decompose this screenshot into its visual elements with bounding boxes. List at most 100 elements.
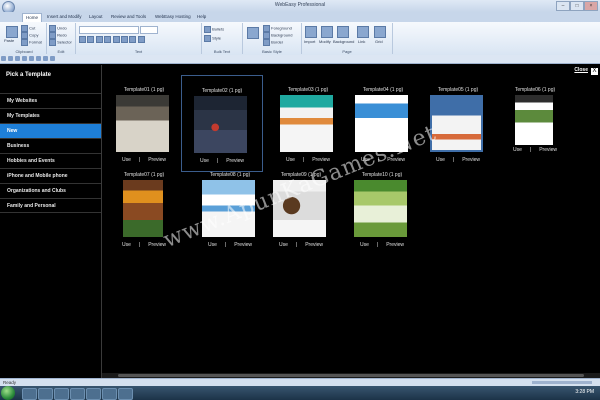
tab-insert-modify[interactable]: Insert and Modify [44,13,85,21]
save-icon[interactable] [15,56,20,61]
template-thumbnail[interactable] [354,180,407,237]
sidebar-item-family[interactable]: Family and Personal [0,198,101,213]
selector-button[interactable]: Selector [49,39,72,46]
grid-button[interactable]: Grid [375,39,383,44]
link-icon[interactable] [357,26,369,38]
modify-icon[interactable] [321,26,333,38]
template-category-sidebar: Pick a Template My Websites My Templates… [0,65,102,378]
back-icon[interactable] [1,56,6,61]
template-thumbnail[interactable] [123,180,163,237]
italic-icon[interactable] [87,36,95,43]
taskbar-ie-icon[interactable] [22,388,37,400]
preview-icon[interactable] [43,56,48,61]
align-center-icon[interactable] [112,36,120,43]
font-color-icon[interactable] [129,36,137,43]
sidebar-item-iphone-mobile[interactable]: iPhone and Mobile phone [0,168,101,183]
zoom-icon[interactable] [50,56,55,61]
group-basic-style: Foreground Background Border Basic Style [243,23,302,54]
action-separator: | [224,242,227,248]
preview-button[interactable]: Preview [462,157,480,163]
bold-icon[interactable] [79,36,86,43]
page-background-button[interactable]: Background [333,39,354,44]
use-button[interactable]: Use [436,157,445,163]
taskbar-app-icon[interactable] [86,388,101,400]
preview-button[interactable]: Preview [226,158,244,164]
sidebar-item-business[interactable]: Business [0,138,101,153]
highlight-icon[interactable] [137,36,145,43]
background-style-button[interactable]: Background [263,32,292,39]
template-thumbnail[interactable] [280,95,333,152]
use-button[interactable]: Use [122,157,131,163]
preview-button[interactable]: Preview [539,147,557,153]
undo-button[interactable]: Undo [49,25,67,32]
format-button[interactable]: Format [21,39,42,46]
preview-button[interactable]: Preview [148,157,166,163]
scrollbar-thumb[interactable] [118,374,584,377]
close-window-button[interactable]: × [584,1,598,11]
use-button[interactable]: Use [279,242,288,248]
preview-button[interactable]: Preview [305,242,323,248]
link-button[interactable]: Link [358,39,365,44]
import-icon[interactable] [305,26,317,38]
sidebar-item-my-websites[interactable]: My Websites [0,93,101,108]
use-button[interactable]: Use [208,242,217,248]
styles-icon[interactable] [247,27,259,39]
border-button[interactable]: Border [263,39,283,46]
tab-review-tools[interactable]: Review and Tools [108,13,149,21]
taskbar-app-icon[interactable] [102,388,117,400]
zoom-slider[interactable] [532,381,592,384]
maximize-button[interactable]: □ [570,1,584,11]
tab-help[interactable]: Help [194,13,209,21]
tab-hosting[interactable]: WebEasy Hosting [152,13,194,21]
use-button[interactable]: Use [286,157,295,163]
use-button[interactable]: Use [513,147,522,153]
align-left-icon[interactable] [104,36,112,43]
modify-button[interactable]: Modify [319,39,331,44]
taskbar-webeasy-icon[interactable] [118,388,133,400]
font-size-select[interactable] [140,26,158,34]
import-button[interactable]: Import [304,39,315,44]
paste-button[interactable]: Paste [4,38,14,43]
group-text: Text [76,23,202,54]
template-thumbnail[interactable] [116,95,169,152]
close-link[interactable]: Close [574,67,588,73]
template-thumbnail[interactable] [194,96,247,153]
redo-qat-icon[interactable] [29,56,34,61]
style-button[interactable]: Style [204,35,221,42]
sidebar-item-hobbies[interactable]: Hobbies and Events [0,153,101,168]
taskbar-media-icon[interactable] [54,388,69,400]
preview-button[interactable]: Preview [148,242,166,248]
align-right-icon[interactable] [120,36,128,43]
start-button[interactable] [1,386,15,400]
tab-layout[interactable]: Layout [86,13,106,21]
close-icon[interactable]: X [591,68,598,75]
background-icon [263,32,270,39]
template-thumbnail[interactable] [515,95,553,145]
redo-button[interactable]: Redo [49,32,67,39]
taskbar-explorer-icon[interactable] [38,388,53,400]
page-background-icon[interactable] [337,26,349,38]
minimize-button[interactable]: – [556,1,570,11]
preview-button[interactable]: Preview [386,242,404,248]
tab-home[interactable]: Home [22,13,43,22]
undo-qat-icon[interactable] [22,56,27,61]
paste-icon[interactable] [6,26,18,38]
preview-button[interactable]: Preview [234,242,252,248]
bullets-button[interactable]: Bullets [204,26,224,33]
use-button[interactable]: Use [360,242,369,248]
use-button[interactable]: Use [200,158,209,164]
cut-button[interactable]: Cut [21,25,35,32]
sidebar-item-my-templates[interactable]: My Templates [0,108,101,123]
print-icon[interactable] [36,56,41,61]
taskbar-chrome-icon[interactable] [70,388,85,400]
use-button[interactable]: Use [122,242,131,248]
copy-button[interactable]: Copy [21,32,38,39]
foreground-button[interactable]: Foreground [263,25,292,32]
underline-icon[interactable] [95,36,103,43]
window-title: WebEasy Professional [274,2,326,8]
forward-icon[interactable] [8,56,13,61]
grid-icon[interactable] [374,26,386,38]
sidebar-item-organizations[interactable]: Organizations and Clubs [0,183,101,198]
sidebar-item-new[interactable]: New [0,123,101,138]
font-name-select[interactable] [79,26,139,34]
